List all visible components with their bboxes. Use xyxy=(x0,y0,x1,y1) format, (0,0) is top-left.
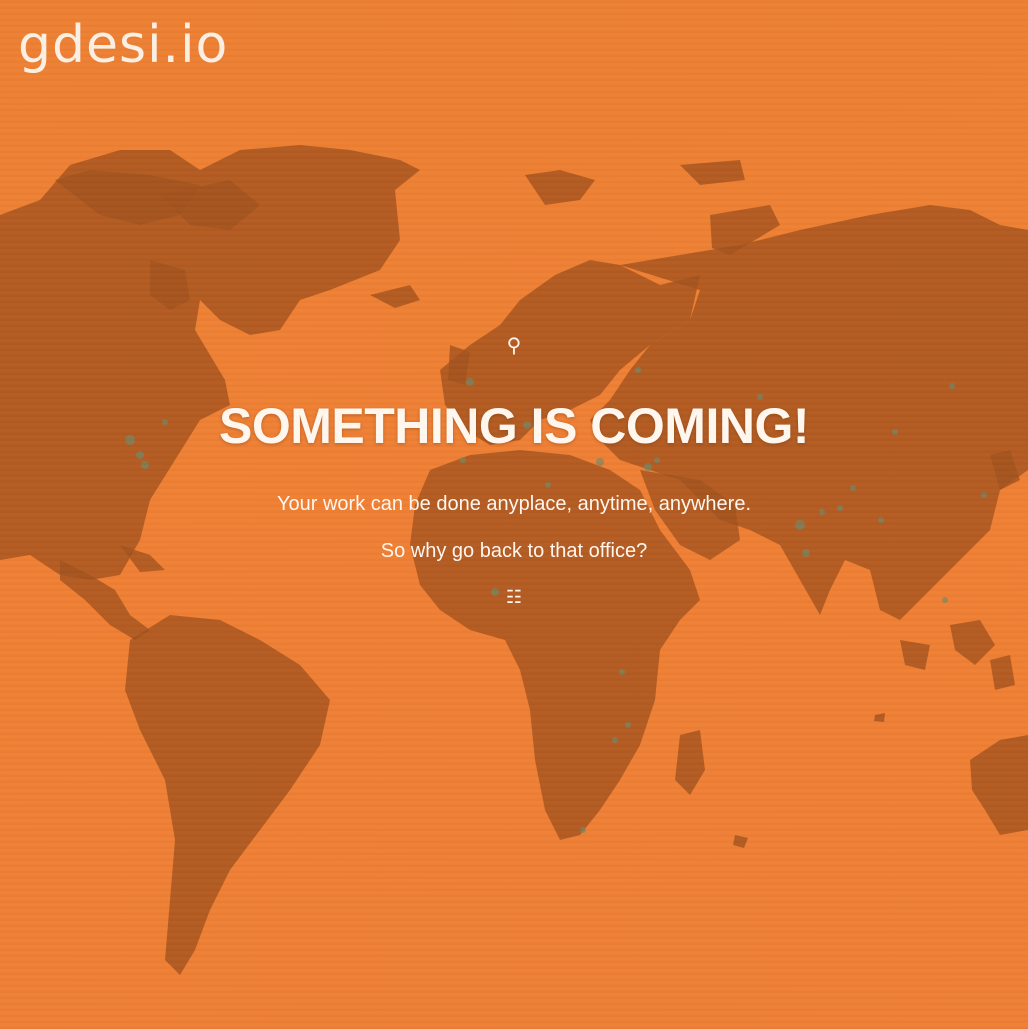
map-pin-icon: ⚲ xyxy=(0,334,1028,358)
brand-logo[interactable]: gdesi.io xyxy=(18,14,228,76)
menu-grid-button[interactable]: ☷ xyxy=(0,585,1028,609)
tagline-secondary: So why go back to that office? xyxy=(380,540,648,562)
page-headline: SOMETHING IS COMING! xyxy=(219,398,810,454)
menu-grid-icon[interactable]: ☷ xyxy=(506,585,522,609)
tagline-primary: Your work can be done anyplace, anytime,… xyxy=(277,493,751,515)
map-pin-glyph: ⚲ xyxy=(506,335,522,357)
